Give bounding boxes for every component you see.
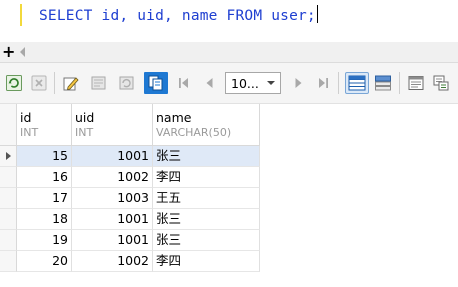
row-header[interactable]	[0, 167, 17, 188]
toolbar-separator	[399, 72, 400, 94]
row-header[interactable]	[0, 146, 17, 167]
column-type: VARCHAR(50)	[156, 126, 232, 139]
cell-name[interactable]: 李四	[153, 167, 260, 188]
grid-header: id INT uid INT name VARCHAR(50)	[0, 104, 260, 146]
cell-uid[interactable]: 1003	[72, 188, 153, 209]
cell-name[interactable]: 张三	[153, 146, 260, 167]
column-name: id	[20, 110, 32, 125]
cell-id[interactable]: 18	[17, 209, 72, 230]
column-type: INT	[75, 126, 94, 139]
sql-editor[interactable]: SELECT id, uid, name FROM user;	[0, 0, 458, 42]
table-row[interactable]: 19 1001 张三	[0, 230, 260, 251]
sql-keyword-from: FROM	[226, 8, 263, 24]
cell-id[interactable]: 19	[17, 230, 72, 251]
toolbar-separator	[54, 72, 55, 94]
cell-name[interactable]: 李四	[153, 251, 260, 272]
table-row[interactable]: 16 1002 李四	[0, 167, 260, 188]
split-handle-icon[interactable]: +	[2, 42, 15, 62]
edit-record-icon[interactable]	[62, 74, 80, 92]
cell-uid[interactable]: 1001	[72, 146, 153, 167]
cell-id[interactable]: 15	[17, 146, 72, 167]
row-header[interactable]	[0, 230, 17, 251]
text-caret	[316, 5, 319, 23]
discard-changes-icon[interactable]	[118, 74, 136, 92]
toolbar-separator	[338, 72, 339, 94]
cell-id[interactable]: 17	[17, 188, 72, 209]
cell-id[interactable]: 20	[17, 251, 72, 272]
column-header-id[interactable]: id INT	[17, 104, 72, 146]
column-type: INT	[20, 126, 39, 139]
cell-uid[interactable]: 1002	[72, 251, 153, 272]
refresh-icon[interactable]	[5, 74, 23, 92]
cell-uid[interactable]: 1001	[72, 230, 153, 251]
row-header[interactable]	[0, 209, 17, 230]
text-view-icon[interactable]	[407, 74, 425, 92]
form-view-icon[interactable]	[374, 74, 392, 92]
sql-query-line[interactable]: SELECT id, uid, name FROM user;	[39, 5, 319, 24]
save-changes-icon[interactable]	[90, 74, 108, 92]
cancel-icon[interactable]	[30, 74, 48, 92]
row-header[interactable]	[0, 188, 17, 209]
table-row[interactable]: 15 1001 张三	[0, 146, 260, 167]
cell-name[interactable]: 张三	[153, 209, 260, 230]
table-row[interactable]: 17 1003 王五	[0, 188, 260, 209]
sql-table-name: user;	[262, 8, 316, 24]
column-header-uid[interactable]: uid INT	[72, 104, 153, 146]
cell-name[interactable]: 张三	[153, 230, 260, 251]
previous-page-icon[interactable]	[201, 74, 219, 92]
scroll-left-arrow-icon[interactable]	[20, 47, 25, 57]
cell-name[interactable]: 王五	[153, 188, 260, 209]
chevron-down-icon[interactable]	[267, 81, 275, 85]
table-row[interactable]: 20 1002 李四	[0, 251, 260, 272]
result-toolbar: 10...	[0, 63, 458, 104]
current-line-marker	[20, 4, 22, 26]
column-header-name[interactable]: name VARCHAR(50)	[153, 104, 260, 146]
export-icon[interactable]	[432, 74, 450, 92]
table-row[interactable]: 18 1001 张三	[0, 209, 260, 230]
cell-id[interactable]: 16	[17, 167, 72, 188]
sql-column-list: id, uid, name	[92, 8, 227, 24]
sql-keyword-select: SELECT	[39, 8, 93, 24]
editor-split-strip: +	[0, 42, 458, 63]
next-page-icon[interactable]	[289, 74, 307, 92]
column-name: name	[156, 110, 192, 125]
column-filter-icon[interactable]	[144, 72, 168, 94]
cell-uid[interactable]: 1001	[72, 209, 153, 230]
cell-uid[interactable]: 1002	[72, 167, 153, 188]
row-limit-value: 10...	[231, 76, 259, 91]
column-name: uid	[75, 110, 95, 125]
first-page-icon[interactable]	[175, 74, 193, 92]
grid-view-icon[interactable]	[345, 72, 369, 94]
row-header-corner[interactable]	[0, 104, 17, 146]
last-page-icon[interactable]	[314, 74, 332, 92]
result-grid[interactable]: id INT uid INT name VARCHAR(50) 15 1001 …	[0, 104, 458, 287]
row-header[interactable]	[0, 251, 17, 272]
current-row-arrow-icon	[6, 152, 11, 160]
row-limit-select[interactable]: 10...	[225, 72, 281, 94]
